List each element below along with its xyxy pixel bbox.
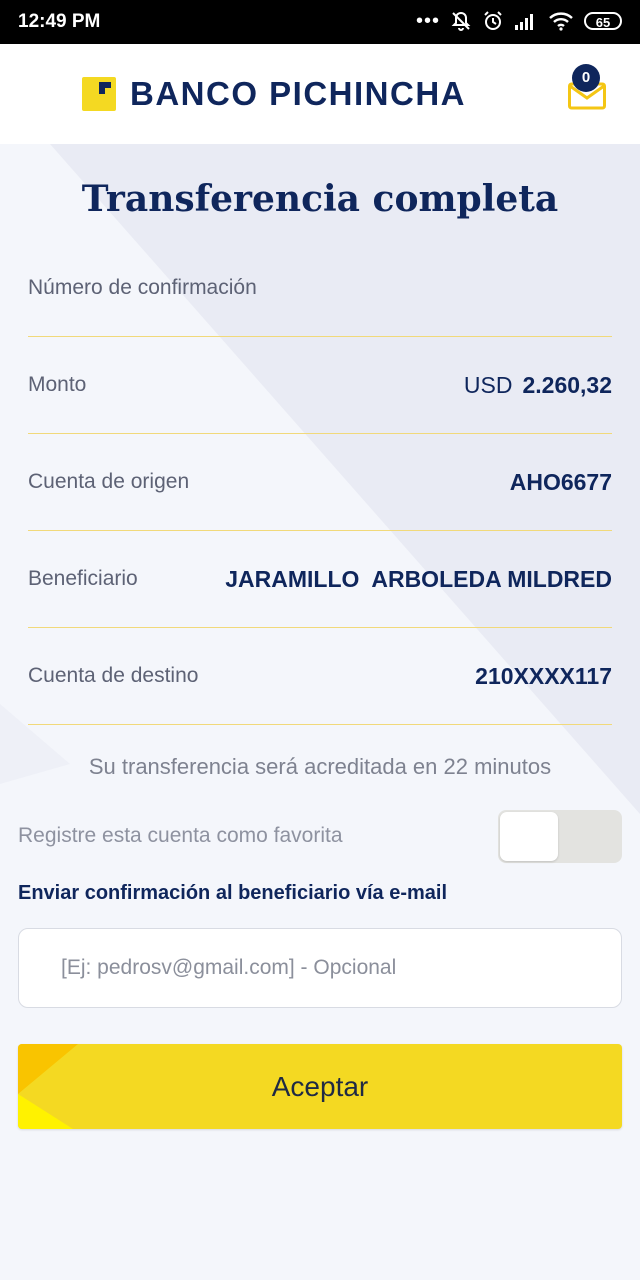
detail-value: 210XXXX117 [475,663,612,689]
detail-value: JARAMILLO ARBOLEDA MILDRED [225,566,612,592]
credit-time-info: Su transferencia será acreditada en 22 m… [88,754,552,779]
toggle-knob [500,812,558,861]
status-bar: 12:49 PM ••• 65 [0,0,640,44]
battery-icon: 65 [584,12,622,30]
detail-row-amount: Monto USD 2.260,32 [28,337,612,434]
detail-label: Beneficiario [28,567,138,590]
logo-mark-icon [82,77,116,111]
detail-label: Cuenta de destino [28,664,199,687]
favorite-label: Registre esta cuenta como favorita [18,824,343,847]
detail-label: Número de confirmación [28,276,257,299]
detail-label: Cuenta de origen [28,470,190,493]
accept-button-label: Aceptar [271,1071,369,1102]
detail-row-source-account: Cuenta de origen AHO6677 [28,434,612,531]
detail-label: Monto [28,373,87,396]
signal-icon [515,14,533,30]
wifi-icon [549,12,573,31]
brand-name: BANCO PICHINCHA [130,75,466,112]
more-notifications-icon: ••• [415,10,440,32]
favorite-toggle[interactable] [498,810,622,863]
detail-row-beneficiary: Beneficiario JARAMILLO ARBOLEDA MILDRED [28,531,612,628]
messages-button[interactable]: 0 [566,64,608,114]
email-input[interactable] [18,928,622,1008]
alarm-icon [484,11,502,30]
detail-row-confirmation-number: Número de confirmación [28,240,612,337]
amount-number: 2.260,32 [522,372,612,398]
currency-code: USD [463,372,513,398]
app-header: BANCO PICHINCHA 0 [0,44,640,144]
bell-muted-icon [451,11,471,31]
page-title: Transferencia completa [81,178,559,220]
transfer-confirmation-screen: Transferencia completa Número de confirm… [0,144,640,1280]
messages-count-badge: 0 [572,64,600,92]
status-icons: ••• 65 [416,10,622,32]
detail-row-destination-account: Cuenta de destino 210XXXX117 [28,628,612,725]
email-section-label: Enviar confirmación al beneficiario vía … [18,882,448,904]
amount-value: USD 2.260,32 [464,337,612,433]
detail-value: AHO6677 [509,469,612,495]
accept-button[interactable]: Aceptar [18,1044,622,1129]
status-time: 12:49 PM [18,11,101,32]
brand-logo: BANCO PICHINCHA [82,75,466,113]
